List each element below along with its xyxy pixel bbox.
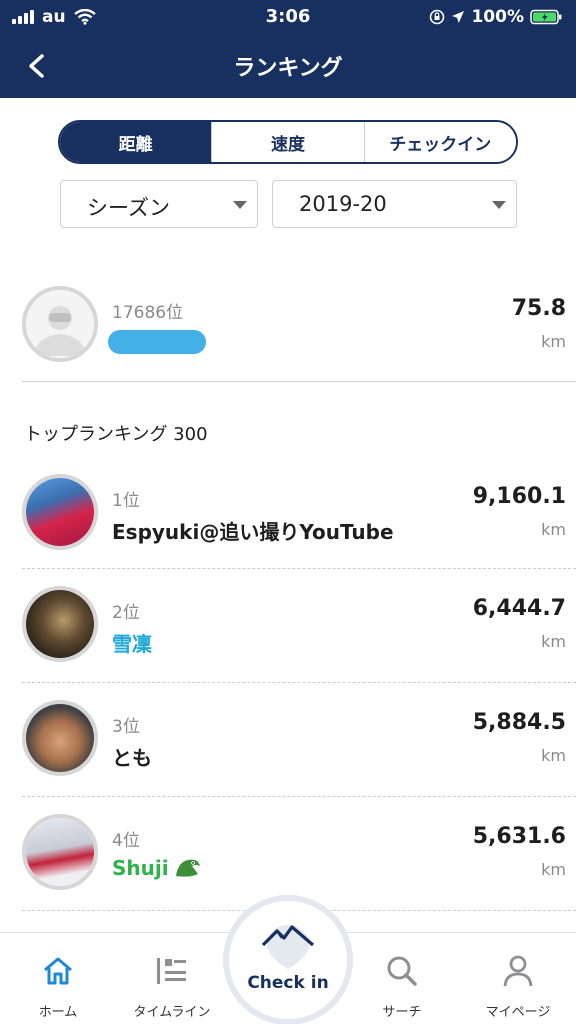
tab-mypage-label: マイページ	[485, 1005, 551, 1020]
distance-unit: km	[541, 632, 566, 651]
distance-unit: km	[541, 746, 566, 765]
orientation-lock-icon	[430, 9, 445, 25]
status-right: 100%	[429, 6, 562, 28]
rank-label: 1位	[112, 491, 140, 511]
ranking-row[interactable]: 4位 Shuji 5,631.6 km	[0, 800, 576, 908]
distance-unit: km	[541, 860, 566, 879]
distance-value: 5,631.6	[472, 824, 566, 849]
row-divider	[22, 568, 576, 569]
caret-down-icon	[233, 201, 247, 209]
battery-percent: 100%	[471, 7, 524, 27]
tab-distance[interactable]: 距離	[60, 122, 212, 162]
avatar	[22, 814, 98, 890]
avatar	[22, 474, 98, 550]
crocodile-emoji-icon	[176, 859, 200, 877]
default-user-icon	[26, 290, 94, 358]
my-distance-value: 75.8	[511, 296, 566, 321]
tab-speed[interactable]: 速度	[211, 122, 364, 162]
season-select[interactable]: 2019-20	[272, 180, 517, 228]
tab-home-label: ホーム	[38, 1005, 78, 1020]
home-icon	[44, 957, 72, 985]
user-name: 雪凜	[112, 632, 152, 656]
avatar	[22, 586, 98, 662]
rank-label: 2位	[112, 603, 140, 623]
metric-segmented-control: 距離 速度 チェックイン	[58, 120, 518, 164]
my-distance-unit: km	[541, 332, 566, 351]
section-title: トップランキング 300	[24, 424, 208, 445]
ranking-row[interactable]: 2位 雪凜 6,444.7 km	[0, 572, 576, 680]
period-select-value: シーズン	[87, 196, 170, 220]
distance-value: 6,444.7	[472, 596, 566, 621]
avatar	[22, 700, 98, 776]
user-name: Shuji	[112, 856, 169, 880]
page-title: ランキング	[233, 56, 343, 81]
user-name: Espyuki@追い撮りYouTube	[112, 520, 394, 544]
my-rank-row[interactable]: 17686位 75.8 km	[0, 282, 576, 380]
location-icon	[452, 11, 465, 23]
back-button[interactable]	[18, 48, 58, 84]
battery-icon	[530, 9, 562, 25]
mountain-pin-icon	[261, 925, 315, 969]
row-divider	[22, 682, 576, 683]
divider	[22, 381, 576, 382]
season-select-value: 2019-20	[299, 192, 387, 216]
user-name: とも	[112, 746, 152, 770]
status-bar: au 3:06 100%	[0, 0, 576, 34]
rank-label: 3位	[112, 717, 140, 737]
tab-home[interactable]: ホーム	[10, 933, 106, 1024]
distance-value: 9,160.1	[472, 484, 566, 509]
ranking-row[interactable]: 3位 とも 5,884.5 km	[0, 686, 576, 794]
my-rank-label: 17686位	[112, 303, 184, 323]
distance-value: 5,884.5	[472, 710, 566, 735]
caret-down-icon	[492, 201, 506, 209]
search-icon	[387, 956, 417, 986]
tab-timeline[interactable]: タイムライン	[124, 933, 220, 1024]
checkin-label: Check in	[247, 973, 329, 993]
row-divider	[22, 796, 576, 797]
redacted-name-mark	[108, 330, 206, 354]
distance-unit: km	[541, 520, 566, 539]
ranking-row[interactable]: 1位 Espyuki@追い撮りYouTube 9,160.1 km	[0, 460, 576, 568]
chevron-left-icon	[29, 54, 44, 78]
tab-search-label: サーチ	[382, 1005, 422, 1020]
tab-timeline-label: タイムライン	[133, 1005, 211, 1020]
timeline-icon	[157, 958, 186, 984]
nav-bar: ランキング	[0, 34, 576, 98]
avatar	[22, 286, 98, 362]
rank-label: 4位	[112, 831, 140, 851]
tab-checkin[interactable]: チェックイン	[363, 122, 516, 162]
tab-search[interactable]: サーチ	[354, 933, 450, 1024]
checkin-button[interactable]: Check in	[223, 895, 353, 1024]
tab-mypage[interactable]: マイページ	[470, 933, 566, 1024]
user-icon	[503, 955, 533, 987]
period-select[interactable]: シーズン	[60, 180, 258, 228]
